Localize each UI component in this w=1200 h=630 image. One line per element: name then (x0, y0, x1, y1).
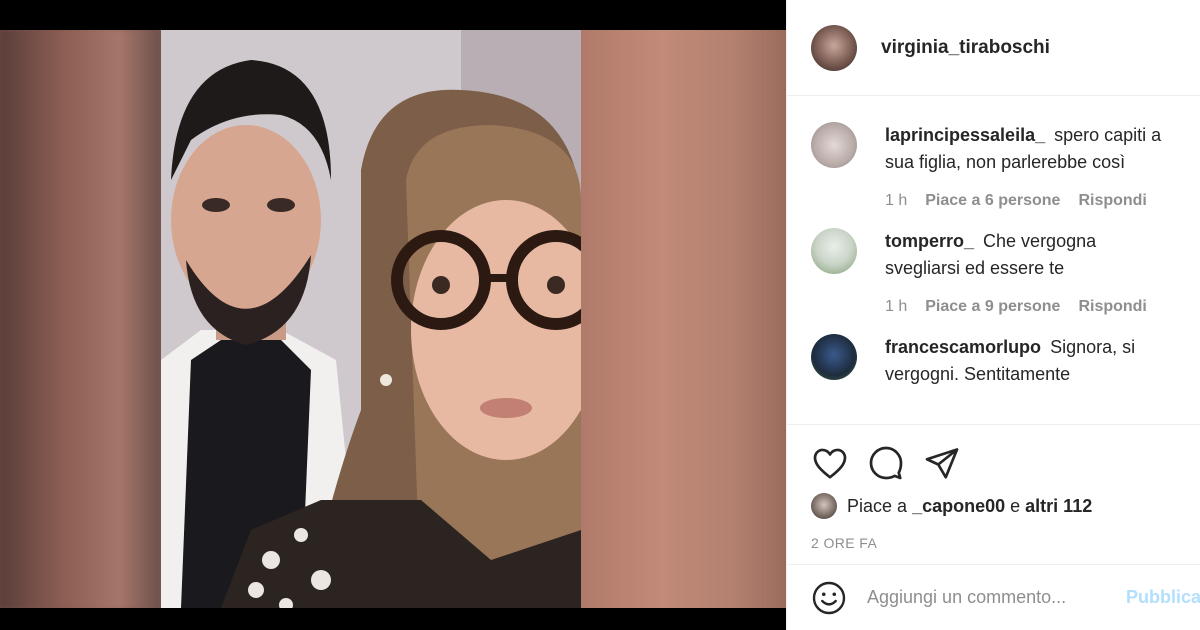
comment-meta: 1 h Piace a 6 persone Rispondi (885, 192, 1176, 210)
video-blurred-side-left (0, 30, 160, 608)
comment-time[interactable]: 1 h (885, 298, 907, 316)
commenter-avatar[interactable] (811, 122, 857, 168)
reply-button[interactable]: Rispondi (1078, 298, 1146, 316)
commenter-avatar[interactable] (811, 228, 857, 274)
comment-input[interactable] (867, 587, 1122, 608)
liker-username[interactable]: _capone00 (912, 496, 1005, 517)
comment-text-block: francescamorlupo Signora, si vergogni. S… (885, 334, 1176, 388)
comment-likes-count[interactable]: Piace a 9 persone (925, 298, 1060, 316)
heart-icon[interactable] (811, 444, 849, 482)
post-side-panel: virginia_tiraboschi laprincipessaleila_ … (786, 0, 1200, 630)
comment-time[interactable]: 1 h (885, 192, 907, 210)
comment-body: francescamorlupo Signora, si vergogni. S… (885, 334, 1176, 388)
likes-others-link[interactable]: altri 112 (1025, 496, 1092, 517)
comment-username[interactable]: laprincipessaleila_ (885, 125, 1045, 145)
likes-summary: Piace a _capone00 e altri 112 (811, 493, 1177, 519)
speech-bubble-icon[interactable] (867, 444, 905, 482)
video-blurred-side-right (580, 30, 786, 608)
post-media[interactable] (0, 0, 786, 630)
commenter-avatar[interactable] (811, 334, 857, 380)
add-comment-bar: Pubblica (787, 564, 1200, 630)
smiley-icon[interactable] (811, 579, 847, 617)
video-still-image (161, 30, 581, 608)
comment-text-block: laprincipessaleila_ spero capiti a sua f… (885, 122, 1176, 176)
action-bar (811, 443, 1177, 483)
post-header: virginia_tiraboschi (787, 0, 1200, 96)
video-frame[interactable] (0, 30, 786, 608)
reply-button[interactable]: Rispondi (1078, 192, 1146, 210)
comment-username[interactable]: tomperro_ (885, 231, 974, 251)
comment-username[interactable]: francescamorlupo (885, 337, 1041, 357)
likes-connector: e (1010, 495, 1021, 516)
liker-avatar[interactable] (811, 493, 837, 519)
author-avatar[interactable] (811, 24, 857, 71)
comment-meta: 1 h Piace a 9 persone Rispondi (885, 298, 1176, 316)
comment-text-block: tomperro_ Che vergogna svegliarsi ed ess… (885, 228, 1176, 282)
comment-item: laprincipessaleila_ spero capiti a sua f… (811, 122, 1176, 210)
video-content (161, 30, 581, 608)
comment-body: tomperro_ Che vergogna svegliarsi ed ess… (885, 228, 1176, 316)
post-timestamp[interactable]: 2 ORE FA (811, 535, 1177, 551)
publish-button[interactable]: Pubblica (1126, 587, 1200, 608)
likes-prefix: Piace a (847, 495, 908, 516)
author-username[interactable]: virginia_tiraboschi (881, 37, 1050, 59)
post-actions-section: Piace a _capone00 e altri 112 2 ORE FA (787, 424, 1200, 564)
comment-item: francescamorlupo Signora, si vergogni. S… (811, 334, 1176, 388)
comments-list[interactable]: laprincipessaleila_ spero capiti a sua f… (787, 96, 1200, 424)
comment-item: tomperro_ Che vergogna svegliarsi ed ess… (811, 228, 1176, 316)
paper-plane-icon[interactable] (923, 444, 961, 482)
comment-likes-count[interactable]: Piace a 6 persone (925, 192, 1060, 210)
comment-body: laprincipessaleila_ spero capiti a sua f… (885, 122, 1176, 210)
